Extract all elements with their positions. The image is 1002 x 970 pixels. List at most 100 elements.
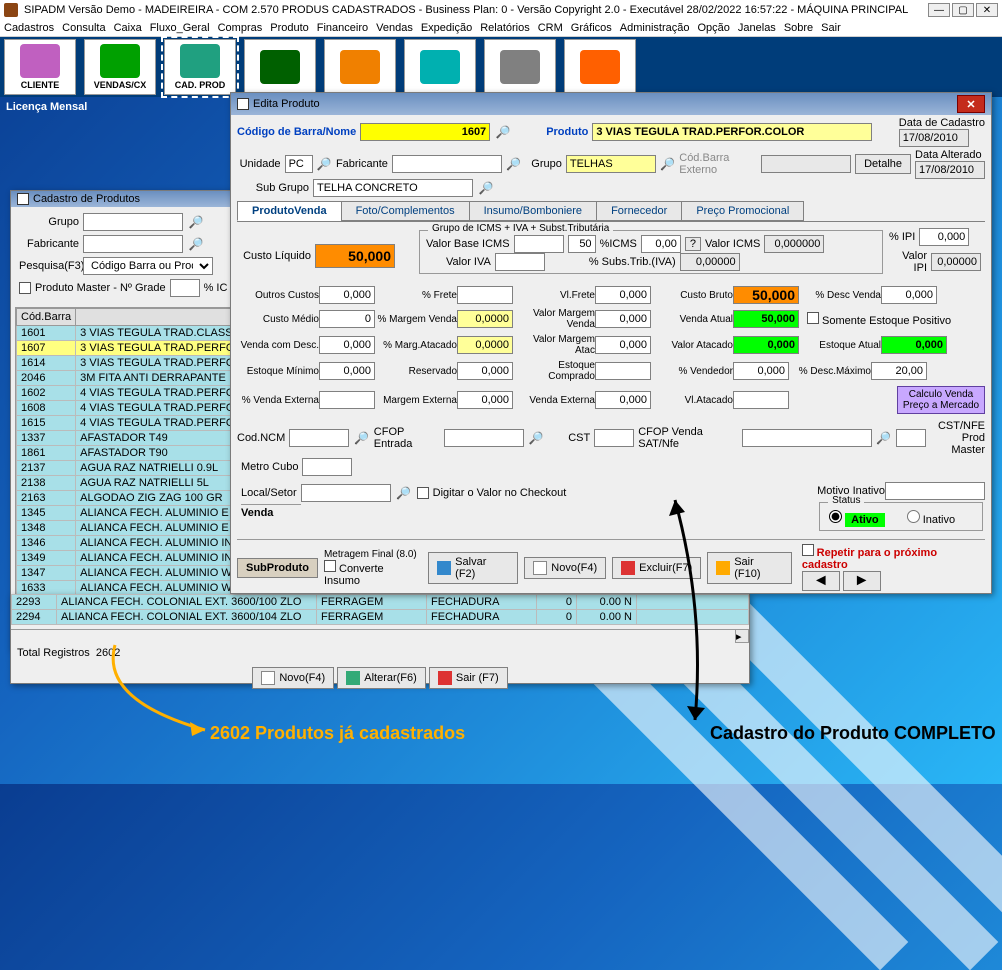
table-row[interactable]: 2293ALIANCA FECH. COLONIAL EXT. 3600/100…	[12, 595, 749, 610]
table-row[interactable]: 1345ALIANCA FECH. ALUMINIO E	[17, 506, 249, 521]
pct-ipi[interactable]	[919, 228, 969, 246]
table-row[interactable]: 1346ALIANCA FECH. ALUMINIO IN	[17, 536, 249, 551]
menu-vendas[interactable]: Vendas	[376, 22, 413, 34]
metro-cubo[interactable]	[302, 458, 352, 476]
product-grid-tail[interactable]: 2293ALIANCA FECH. COLONIAL EXT. 3600/100…	[11, 594, 749, 625]
toolbar-btn-4[interactable]	[324, 39, 396, 95]
menu-sair[interactable]: Sair	[821, 22, 841, 34]
product-grid[interactable]: Cód.Barra16013 VIAS TEGULA TRAD.CLASS160…	[16, 308, 249, 607]
subgrupo-input[interactable]	[313, 179, 473, 197]
menu-crm[interactable]: CRM	[538, 22, 563, 34]
tab-2[interactable]: Insumo/Bomboniere	[469, 201, 597, 221]
toolbar-btn-6[interactable]	[484, 39, 556, 95]
table-row[interactable]: 20463M FITA ANTI DERRAPANTE	[17, 371, 249, 386]
table-row[interactable]: 1861AFASTADOR T90	[17, 446, 249, 461]
cfop-venda[interactable]	[742, 429, 872, 447]
base-icms[interactable]	[514, 235, 564, 253]
menu-sobre[interactable]: Sobre	[784, 22, 813, 34]
lookup-icon[interactable]: 🔎	[477, 180, 495, 196]
novo-button[interactable]: Novo(F4)	[524, 557, 606, 579]
toolbar-btn-7[interactable]	[564, 39, 636, 95]
toolbar-btn-0[interactable]: CLIENTE	[4, 39, 76, 95]
motivo-inativo[interactable]	[885, 482, 985, 500]
cfop-entrada[interactable]	[444, 429, 524, 447]
prev-button[interactable]: ◄	[802, 571, 840, 591]
subproduto-button[interactable]: SubProduto	[237, 558, 318, 578]
calculo-venda-button[interactable]: Calculo VendaPreço a Mercado	[897, 386, 985, 414]
toolbar-btn-2[interactable]: CAD. PROD	[164, 39, 236, 95]
valor-iva[interactable]	[495, 253, 545, 271]
table-row[interactable]: 16143 VIAS TEGULA TRAD.PERFO	[17, 356, 249, 371]
menu-financeiro[interactable]: Financeiro	[317, 22, 368, 34]
salvar-button[interactable]: Salvar (F2)	[428, 552, 518, 584]
lookup-icon[interactable]: 🔎	[395, 485, 413, 501]
table-row[interactable]: 1348ALIANCA FECH. ALUMINIO E	[17, 521, 249, 536]
table-row[interactable]: 16024 VIAS TEGULA TRAD.PERFO	[17, 386, 249, 401]
lookup-icon[interactable]: 🔎	[317, 156, 332, 172]
table-row[interactable]: 16013 VIAS TEGULA TRAD.CLASS	[17, 326, 249, 341]
help-button[interactable]: ?	[685, 237, 701, 251]
toolbar-btn-5[interactable]	[404, 39, 476, 95]
pesquisa-select[interactable]: Código Barra ou Produto	[83, 257, 213, 275]
lookup-icon[interactable]: 🔎	[876, 430, 893, 446]
master-check[interactable]	[19, 282, 31, 294]
custo-liquido[interactable]	[315, 244, 395, 268]
lookup-icon[interactable]: 🔎	[506, 156, 521, 172]
ncm-input[interactable]	[289, 429, 349, 447]
menu-fluxo_geral[interactable]: Fluxo_Geral	[150, 22, 210, 34]
cst-input[interactable]	[594, 429, 634, 447]
next-button[interactable]: ►	[843, 571, 881, 591]
table-row[interactable]: 2138AGUA RAZ NATRIELLI 5L	[17, 476, 249, 491]
menu-expedição[interactable]: Expedição	[421, 22, 472, 34]
toolbar-btn-1[interactable]: VENDAS/CX	[84, 39, 156, 95]
menu-gráficos[interactable]: Gráficos	[571, 22, 612, 34]
lookup-icon[interactable]: 🔎	[187, 214, 205, 230]
tab-4[interactable]: Preço Promocional	[681, 201, 804, 221]
lookup-icon[interactable]: 🔎	[494, 124, 512, 140]
novo-button[interactable]: Novo(F4)	[252, 667, 334, 689]
menu-relatórios[interactable]: Relatórios	[480, 22, 530, 34]
produto-input[interactable]	[592, 123, 872, 141]
converte-check[interactable]: Converte Insumo	[324, 563, 384, 587]
grupo-input[interactable]	[83, 213, 183, 231]
lookup-icon[interactable]: 🔎	[660, 156, 675, 172]
sair-button[interactable]: Sair (F7)	[429, 667, 508, 689]
lookup-icon[interactable]: 🔎	[353, 430, 370, 446]
scroll-right[interactable]: ▸	[735, 629, 749, 643]
tab-3[interactable]: Fornecedor	[596, 201, 682, 221]
menu-cadastros[interactable]: Cadastros	[4, 22, 54, 34]
table-row[interactable]: 2294ALIANCA FECH. COLONIAL EXT. 3600/104…	[12, 610, 749, 625]
table-row[interactable]: 16073 VIAS TEGULA TRAD.PERFO	[17, 341, 249, 356]
digitar-check[interactable]	[417, 487, 429, 499]
alterar-button[interactable]: Alterar(F6)	[337, 667, 426, 689]
table-row[interactable]: 1347ALIANCA FECH. ALUMINIO W	[17, 566, 249, 581]
close-icon[interactable]: ✕	[957, 95, 985, 113]
local-input[interactable]	[301, 484, 391, 502]
fabricante-input[interactable]	[392, 155, 502, 173]
close-button[interactable]: ✕	[976, 3, 998, 17]
status-ativo[interactable]: Ativo	[824, 514, 885, 526]
minimize-button[interactable]: —	[928, 3, 950, 17]
codigo-input[interactable]	[360, 123, 490, 141]
tab-1[interactable]: Foto/Complementos	[341, 201, 470, 221]
table-row[interactable]: 1337AFASTADOR T49	[17, 431, 249, 446]
maximize-button[interactable]: ▢	[952, 3, 974, 17]
repetir-check[interactable]	[802, 544, 814, 556]
menu-consulta[interactable]: Consulta	[62, 22, 105, 34]
table-row[interactable]: 16154 VIAS TEGULA TRAD.PERFO	[17, 416, 249, 431]
unidade-input[interactable]	[285, 155, 313, 173]
menu-opção[interactable]: Opção	[697, 22, 729, 34]
toolbar-btn-3[interactable]	[244, 39, 316, 95]
table-row[interactable]: 2163ALGODAO ZIG ZAG 100 GR	[17, 491, 249, 506]
tab-0[interactable]: ProdutoVenda	[237, 201, 342, 221]
menu-compras[interactable]: Compras	[218, 22, 263, 34]
menu-administração[interactable]: Administração	[620, 22, 690, 34]
lookup-icon[interactable]: 🔎	[528, 430, 545, 446]
grupo-input[interactable]	[566, 155, 656, 173]
menu-janelas[interactable]: Janelas	[738, 22, 776, 34]
menu-caixa[interactable]: Caixa	[114, 22, 142, 34]
grade-input[interactable]	[170, 279, 200, 297]
table-row[interactable]: 1349ALIANCA FECH. ALUMINIO IN	[17, 551, 249, 566]
fabricante-input[interactable]	[83, 235, 183, 253]
table-row[interactable]: 16084 VIAS TEGULA TRAD.PERFO	[17, 401, 249, 416]
